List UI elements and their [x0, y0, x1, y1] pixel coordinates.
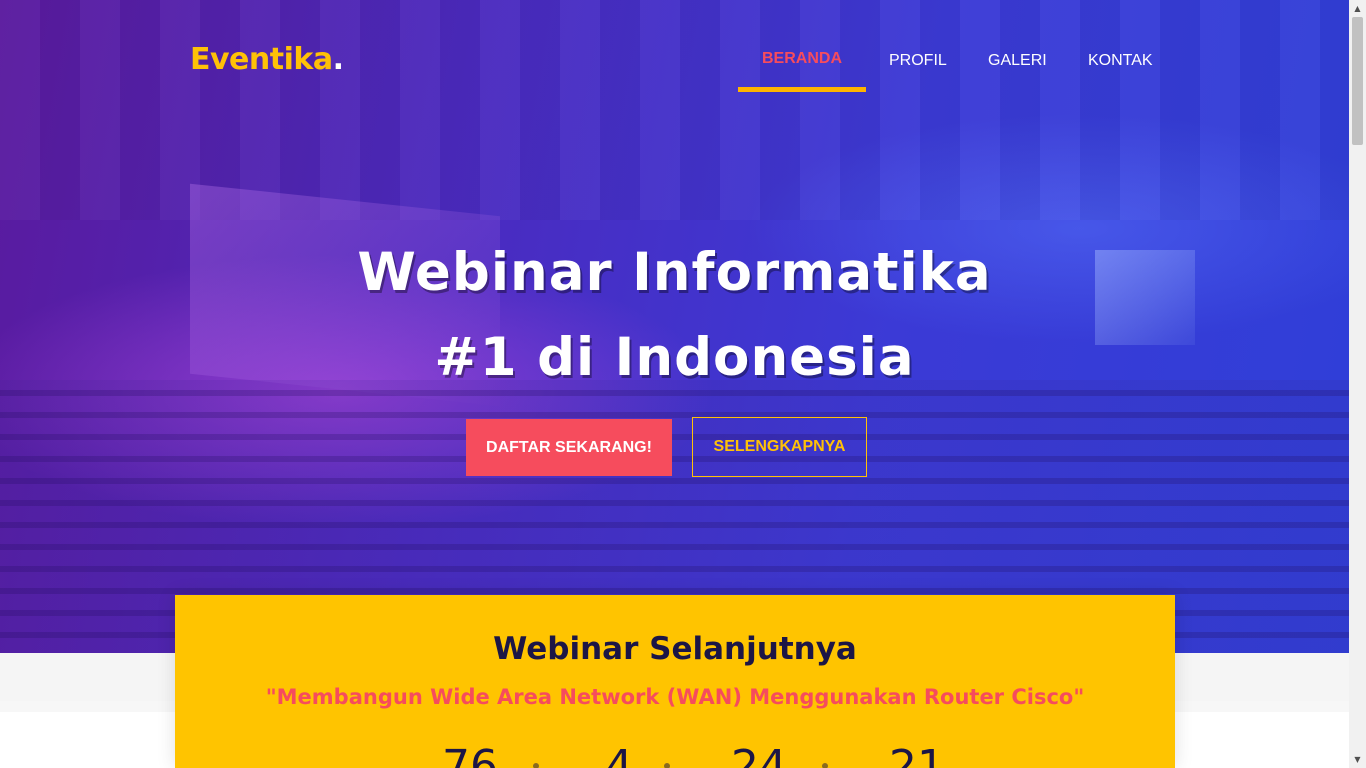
hero-title-line-2: #1 di Indonesia: [434, 327, 915, 388]
hero-title-line-1: Webinar Informatika: [357, 242, 992, 303]
next-webinar-card: Webinar Selanjutnya "Membangun Wide Area…: [175, 595, 1175, 768]
countdown-separator: [822, 763, 828, 768]
nav-item-profil[interactable]: PROFIL: [889, 52, 947, 70]
register-now-button[interactable]: DAFTAR SEKARANG!: [466, 419, 672, 476]
next-webinar-topic: "Membangun Wide Area Network (WAN) Mengg…: [265, 685, 1085, 709]
triangle-down-icon[interactable]: ▼: [1349, 751, 1366, 768]
scrollbar-thumb[interactable]: [1352, 17, 1363, 145]
countdown-days: 76: [442, 741, 498, 768]
nav-active-indicator: [738, 87, 866, 92]
next-webinar-title: Webinar Selanjutnya: [493, 631, 857, 667]
page-scrollbar[interactable]: ▲ ▼: [1349, 0, 1366, 768]
nav-item-kontak[interactable]: KONTAK: [1088, 52, 1153, 70]
countdown-minutes: 24: [731, 741, 787, 768]
countdown-separator: [533, 763, 539, 768]
site-logo[interactable]: Eventika.: [190, 42, 344, 77]
logo-dot: .: [332, 42, 344, 77]
logo-text: Eventika: [190, 42, 333, 77]
countdown-separator: [664, 763, 670, 768]
nav-item-beranda[interactable]: BERANDA: [762, 50, 842, 68]
triangle-up-icon[interactable]: ▲: [1349, 0, 1366, 17]
navbar: Eventika. BERANDA PROFIL GALERI KONTAK: [0, 0, 1349, 92]
countdown-seconds: 21: [889, 741, 945, 768]
hero-section: Eventika. BERANDA PROFIL GALERI KONTAK W…: [0, 0, 1349, 653]
nav-item-galeri[interactable]: GALERI: [988, 52, 1047, 70]
learn-more-button[interactable]: SELENGKAPNYA: [692, 417, 867, 477]
countdown-hours: 4: [605, 741, 633, 768]
